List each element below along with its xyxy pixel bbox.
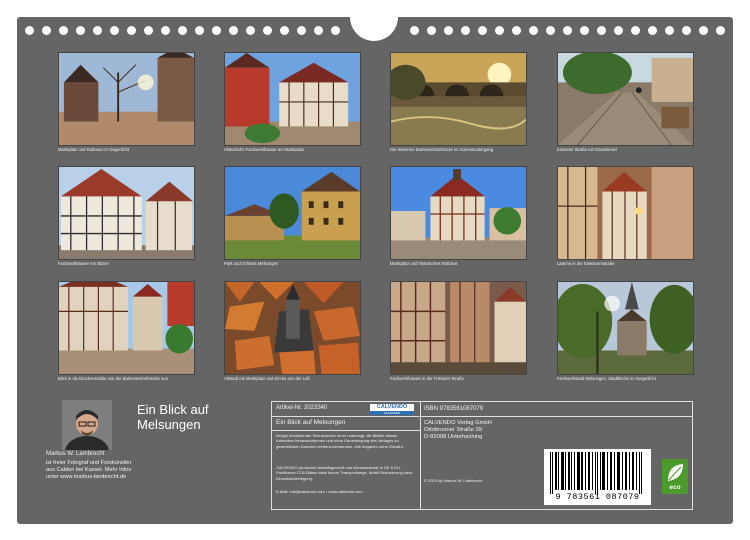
divider	[420, 402, 421, 509]
binding-hole	[263, 26, 272, 35]
binding-hole	[597, 26, 606, 35]
photo-fritzlarer-strasse	[390, 281, 527, 375]
product-title: Ein Blick auf Melsungen	[276, 419, 346, 426]
binding-hole	[314, 26, 323, 35]
binding-hole	[59, 26, 68, 35]
isbn: ISBN 9783561087079	[424, 406, 484, 412]
photo-historisches-rathaus	[390, 166, 527, 260]
calvendo-logo-text: CALVENDO	[376, 404, 408, 410]
photo-caption: Fachwerkhäuser in der Fritzlarer Straße	[390, 376, 465, 381]
photo-eisenturmstrasse	[557, 166, 694, 260]
binding-hole	[614, 26, 623, 35]
eco-badge: eco	[662, 459, 688, 494]
photo-stadtkirche	[557, 281, 694, 375]
photo-park-schloss	[224, 166, 361, 260]
product-info-box: Artikel-Nr. 2023340 CALVENDO KALENDER Ei…	[271, 401, 693, 510]
photo-caption: Historische Fachwerkhäuser am Marktplatz	[224, 147, 305, 152]
photo-caption: Laterne in der Eisenturmstraße	[557, 261, 615, 266]
binding-hole	[229, 26, 238, 35]
photo-bartenwetzerbruecke	[390, 52, 527, 146]
barcode-digits: 9 783561 087079	[555, 492, 640, 502]
binding-hole	[495, 26, 504, 35]
binding-hole	[546, 26, 555, 35]
binding-hole	[631, 26, 640, 35]
divider	[272, 416, 420, 417]
hanger-notch	[350, 15, 398, 41]
photo-caption: Park und Schloss Melsungen	[224, 261, 279, 266]
photo-brueckenstrasse	[58, 281, 195, 375]
binding-hole	[144, 26, 153, 35]
author-portrait	[62, 400, 112, 450]
binding-hole	[427, 26, 436, 35]
binding-hole	[76, 26, 85, 35]
article-number: Artikel-Nr. 2023340	[276, 405, 328, 411]
title-line: Melsungen	[137, 417, 201, 432]
photo-caption: Marktplatz und Rathaus im Gegenlicht	[58, 147, 129, 152]
binding-hole	[93, 26, 102, 35]
photo-caption: Altstadt mit Marktplatz und Kirche aus d…	[224, 376, 310, 381]
calendar-title: Ein Blick auf Melsungen	[137, 402, 277, 432]
photo-caption: Fachwerkhäuser Am Bitzen	[58, 261, 109, 266]
contact-info: E-Mail: info@calvendo.com • www.calvendo…	[276, 489, 363, 494]
binding-hole	[665, 26, 674, 35]
binding-hole	[410, 26, 419, 35]
binding-hole	[331, 26, 340, 35]
binding-hole	[461, 26, 470, 35]
production-note: CALVENDO produziert bedarfsgerecht und k…	[276, 465, 413, 481]
binding-hole	[178, 26, 187, 35]
photo-caption: Blick in die Brückenstraße von der Barte…	[58, 376, 168, 381]
binding-hole	[682, 26, 691, 35]
binding-hole	[478, 26, 487, 35]
photo-am-bitzen	[58, 166, 195, 260]
binding-hole	[25, 26, 34, 35]
title-line: Ein Blick auf	[137, 402, 209, 417]
binding-hole	[716, 26, 725, 35]
binding-hole	[563, 26, 572, 35]
copyright: © 2023 by Markus W. Lambrecht	[424, 478, 483, 483]
binding-hole	[246, 26, 255, 35]
publisher-city: D-82008 Unterhaching	[424, 434, 483, 440]
calendar-back-sheet: Marktplatz und Rathaus im Gegenlicht His…	[17, 15, 733, 524]
photo-kasseler-strasse	[557, 52, 694, 146]
photo-caption: Fachwerkstadt Melsungen, Stadtkirche im …	[557, 376, 656, 381]
binding-hole	[280, 26, 289, 35]
binding-hole	[127, 26, 136, 35]
author-bio: ist freier Fotograf und Fotokünstler aus…	[46, 460, 132, 480]
divider	[420, 416, 692, 417]
binding-hole	[297, 26, 306, 35]
binding-hole	[195, 26, 204, 35]
eco-label: eco	[669, 484, 681, 491]
publisher-name: CALVENDO Verlag GmbH	[424, 420, 492, 426]
author-name: Markus W. Lambrecht	[46, 451, 105, 457]
photo-caption: Die steinerne Bartenwetzerbrücke im Sonn…	[390, 147, 494, 152]
binding-hole	[161, 26, 170, 35]
photo-altstadt-luft	[224, 281, 361, 375]
calvendo-logo: CALVENDO KALENDER	[370, 404, 414, 415]
binding-hole	[699, 26, 708, 35]
publisher-street: Ottobrunner Straße 39	[424, 427, 483, 433]
binding-hole	[580, 26, 589, 35]
binding-hole	[212, 26, 221, 35]
binding-hole	[42, 26, 51, 35]
binding-hole	[110, 26, 119, 35]
ean-barcode: 9 783561 087079	[544, 449, 651, 505]
calvendo-logo-sub: KALENDER	[370, 411, 414, 415]
photo-caption: Kasseler Straße mit Gänseliesel	[557, 147, 617, 152]
photo-fachwerk-marktplatz	[224, 52, 361, 146]
binding-hole	[648, 26, 657, 35]
legal-notice: Infolge bestehender Schutzrechte ist es …	[276, 433, 404, 449]
binding-hole	[444, 26, 453, 35]
photo-marktplatz-rathaus	[58, 52, 195, 146]
binding-hole	[529, 26, 538, 35]
binding-hole	[512, 26, 521, 35]
photo-caption: Marktplatz und historisches Rathaus	[390, 261, 458, 266]
divider	[272, 430, 420, 431]
